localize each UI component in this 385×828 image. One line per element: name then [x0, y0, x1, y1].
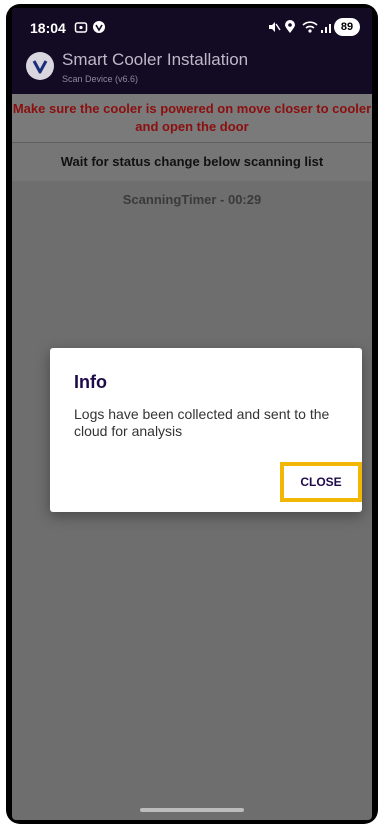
- status-time: 18:04: [30, 20, 66, 36]
- screenshot-icon: [74, 20, 88, 39]
- scanning-timer: ScanningTimer - 00:29: [122, 192, 262, 207]
- info-dialog: Info Logs have been collected and sent t…: [50, 348, 362, 512]
- status-bar: 18:04 89: [12, 8, 372, 42]
- home-indicator[interactable]: [140, 808, 244, 812]
- app-subtitle: Scan Device (v6.6): [62, 74, 139, 84]
- phone-frame: 18:04 89 Smart Cooler Installation Scan …: [6, 4, 378, 824]
- warning-banner: Make sure the cooler is powered on move …: [12, 94, 372, 142]
- mute-icon: [267, 20, 281, 39]
- battery-indicator: 89: [334, 18, 360, 36]
- top-bar: 18:04 89 Smart Cooler Installation Scan …: [12, 8, 372, 94]
- close-button[interactable]: CLOSE: [288, 470, 354, 494]
- screen: 18:04 89 Smart Cooler Installation Scan …: [12, 8, 372, 820]
- scan-instruction: Wait for status change below scanning li…: [12, 143, 372, 181]
- app-logo-icon: [26, 52, 54, 80]
- app-title: Smart Cooler Installation: [62, 50, 249, 69]
- close-button-highlight: CLOSE: [280, 462, 362, 502]
- dialog-title: Info: [74, 372, 107, 392]
- app-bar: Smart Cooler Installation Scan Device (v…: [12, 42, 372, 94]
- wifi-icon: [302, 20, 318, 39]
- vpn-icon: [92, 20, 106, 39]
- location-icon: [284, 20, 296, 39]
- dialog-message: Logs have been collected and sent to the…: [74, 406, 330, 439]
- signal-icon: [320, 20, 334, 39]
